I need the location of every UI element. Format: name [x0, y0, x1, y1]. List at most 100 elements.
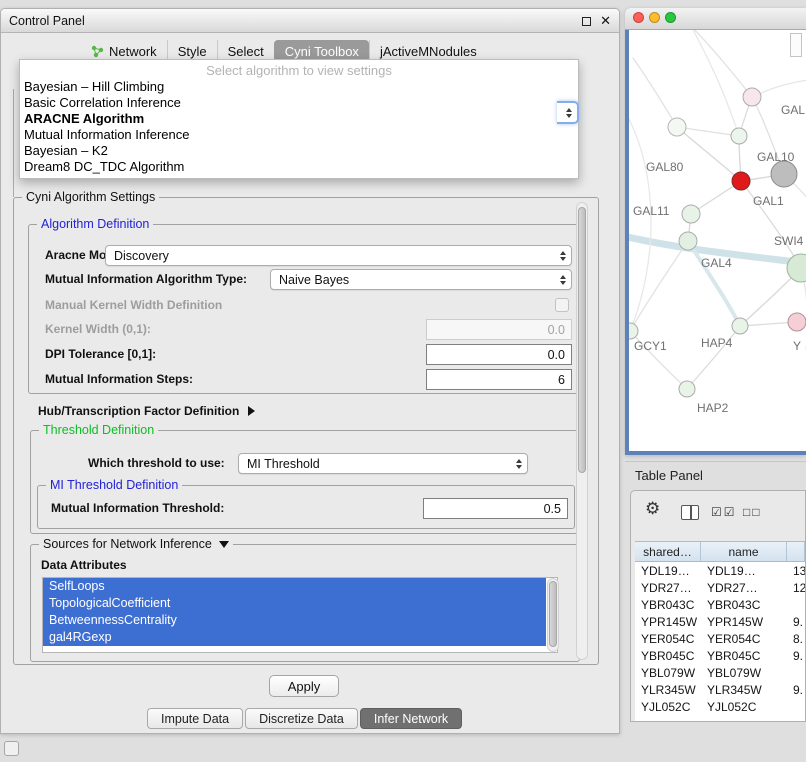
minimize-light-icon[interactable] [649, 12, 660, 23]
table-cell: YDR27… [635, 581, 701, 595]
aracne-mode-combo[interactable]: Discovery [105, 245, 572, 266]
table-row[interactable]: YBR045CYBR045C9. [635, 647, 805, 664]
threshold-definition-group: Threshold Definition Which threshold to … [30, 430, 580, 534]
table-cell: YER054C [635, 632, 701, 646]
network-node[interactable] [788, 313, 806, 331]
mi-steps-input[interactable]: 6 [426, 369, 572, 390]
bottom-tab-impute-data[interactable]: Impute Data [147, 708, 243, 729]
network-node[interactable] [771, 161, 797, 187]
table-row[interactable]: YJL052CYJL052C [635, 698, 805, 715]
mi-type-label: Mutual Information Algorithm Type: [45, 269, 247, 290]
which-threshold-label: Which threshold to use: [88, 453, 225, 474]
attribute-item-gal4rgexp[interactable]: gal4RGexp [43, 629, 546, 646]
close-icon[interactable]: ✕ [600, 13, 611, 29]
hub-section-label: Hub/Transcription Factor Definition [38, 401, 239, 422]
dropdown-item-mutual-information-inference[interactable]: Mutual Information Inference [20, 127, 578, 143]
dropdown-placeholder: Select algorithm to view settings [20, 63, 578, 79]
attribute-item-selfloops[interactable]: SelfLoops [43, 578, 546, 595]
dpi-tolerance-input[interactable]: 0.0 [426, 344, 572, 365]
column-header-name[interactable]: name [701, 542, 787, 561]
data-attributes-label: Data Attributes [41, 555, 127, 576]
network-edge [630, 241, 688, 331]
control-panel-titlebar[interactable]: Control Panel ✕ [1, 9, 619, 33]
network-view-titlebar[interactable] [625, 8, 806, 30]
sources-group: Sources for Network Inference Data Attri… [30, 544, 580, 662]
network-node[interactable] [732, 172, 750, 190]
algorithm-dropdown-popup: Select algorithm to view settingsBayesia… [19, 59, 579, 179]
dropdown-item-aracne-algorithm[interactable]: ARACNE Algorithm [20, 111, 578, 127]
float-window-icon[interactable] [582, 17, 591, 26]
dropdown-item-bayesian-hill-climbing[interactable]: Bayesian – Hill Climbing [20, 79, 578, 95]
network-canvas[interactable]: GAL80GALGAL10GAL11GAL1SWI4GAL4GCY1HAP4YH… [629, 30, 806, 451]
table-cell: 9. [787, 683, 805, 697]
settings-scrollbar[interactable] [576, 202, 588, 660]
column-header-extra[interactable] [787, 542, 805, 561]
algorithm-definition-group: Algorithm Definition Aracne Mode: Discov… [28, 224, 580, 394]
node-table: shared…name YDL19…YDL19…13YDR27…YDR27…12… [635, 541, 805, 721]
algorithm-combo-fragment[interactable] [557, 101, 579, 124]
table-row[interactable]: YDR27…YDR27…12 [635, 579, 805, 596]
table-cell: YPR145W [635, 615, 701, 629]
collapsed-panel-button[interactable] [4, 741, 19, 756]
table-cell: 12 [787, 581, 805, 595]
network-node[interactable] [682, 205, 700, 223]
mi-threshold-group-title: MI Threshold Definition [46, 478, 182, 492]
which-threshold-combo[interactable]: MI Threshold [238, 453, 528, 474]
network-node[interactable] [668, 118, 686, 136]
node-label: GCY1 [634, 339, 667, 353]
list-scrollbar[interactable] [547, 578, 559, 652]
kernel-width-input[interactable]: 0.0 [426, 319, 572, 340]
expand-right-icon [248, 406, 255, 416]
network-node[interactable] [679, 232, 697, 250]
combo-stepper-icon [560, 275, 566, 285]
sources-group-title[interactable]: Sources for Network Inference [39, 537, 233, 551]
mi-threshold-input[interactable]: 0.5 [423, 498, 568, 519]
network-node[interactable] [732, 318, 748, 334]
network-scrollbar-fragment[interactable] [790, 33, 802, 57]
mi-type-combo[interactable]: Naive Bayes [270, 269, 572, 290]
zoom-light-icon[interactable] [665, 12, 676, 23]
settings-scrollbar-thumb[interactable] [578, 207, 586, 473]
table-cell: YER054C [701, 632, 787, 646]
table-row[interactable]: YER054CYER054C8. [635, 630, 805, 647]
bottom-tab-discretize-data[interactable]: Discretize Data [245, 708, 358, 729]
network-node[interactable] [679, 381, 695, 397]
deselect-all-checkboxes-icon[interactable]: □□ [743, 505, 762, 519]
list-scrollbar-thumb[interactable] [549, 581, 557, 647]
table-row[interactable]: YPR145WYPR145W9. [635, 613, 805, 630]
desktop: Control Panel ✕ NetworkStyleSelectCyni T… [0, 0, 806, 762]
network-edge [633, 58, 677, 127]
attribute-item-topologicalcoefficient[interactable]: TopologicalCoefficient [43, 595, 546, 612]
network-node[interactable] [629, 323, 638, 339]
manual-kernel-label: Manual Kernel Width Definition [45, 295, 222, 316]
table-row[interactable]: YBR043CYBR043C [635, 596, 805, 613]
table-row[interactable]: YLR345WYLR345W9. [635, 681, 805, 698]
cyni-algorithm-settings-group: Cyni Algorithm Settings Algorithm Defini… [13, 197, 599, 665]
network-node[interactable] [743, 88, 761, 106]
mi-steps-label: Mutual Information Steps: [45, 369, 193, 390]
network-edge [629, 110, 651, 331]
mi-threshold-label: Mutual Information Threshold: [51, 498, 224, 519]
hub-section-toggle[interactable]: Hub/Transcription Factor Definition [38, 402, 255, 420]
node-label: HAP2 [697, 401, 729, 415]
manual-kernel-checkbox[interactable] [555, 298, 569, 312]
mi-threshold-group: MI Threshold Definition Mutual Informati… [37, 485, 575, 529]
settings-gear-icon[interactable]: ⚙ [645, 499, 660, 519]
dpi-tolerance-label: DPI Tolerance [0,1]: [45, 344, 156, 365]
table-cell: 13 [787, 564, 805, 578]
dropdown-item-bayesian-k2[interactable]: Bayesian – K2 [20, 143, 578, 159]
dropdown-item-dream8-dc-tdc-algorithm[interactable]: Dream8 DC_TDC Algorithm [20, 159, 578, 175]
apply-button[interactable]: Apply [269, 675, 339, 697]
network-node[interactable] [731, 128, 747, 144]
dropdown-item-basic-correlation-inference[interactable]: Basic Correlation Inference [20, 95, 578, 111]
attribute-item-betweennesscentrality[interactable]: BetweennessCentrality [43, 612, 546, 629]
columns-icon[interactable] [681, 505, 699, 520]
bottom-tab-infer-network[interactable]: Infer Network [360, 708, 462, 729]
close-light-icon[interactable] [633, 12, 644, 23]
table-row[interactable]: YBL079WYBL079W [635, 664, 805, 681]
select-all-checkboxes-icon[interactable]: ☑☑ [711, 505, 737, 519]
node-label: GAL11 [633, 204, 670, 218]
column-header-shared[interactable]: shared… [635, 542, 701, 561]
table-row[interactable]: YDL19…YDL19…13 [635, 562, 805, 579]
tab-label: jActiveMNodules [380, 44, 477, 59]
